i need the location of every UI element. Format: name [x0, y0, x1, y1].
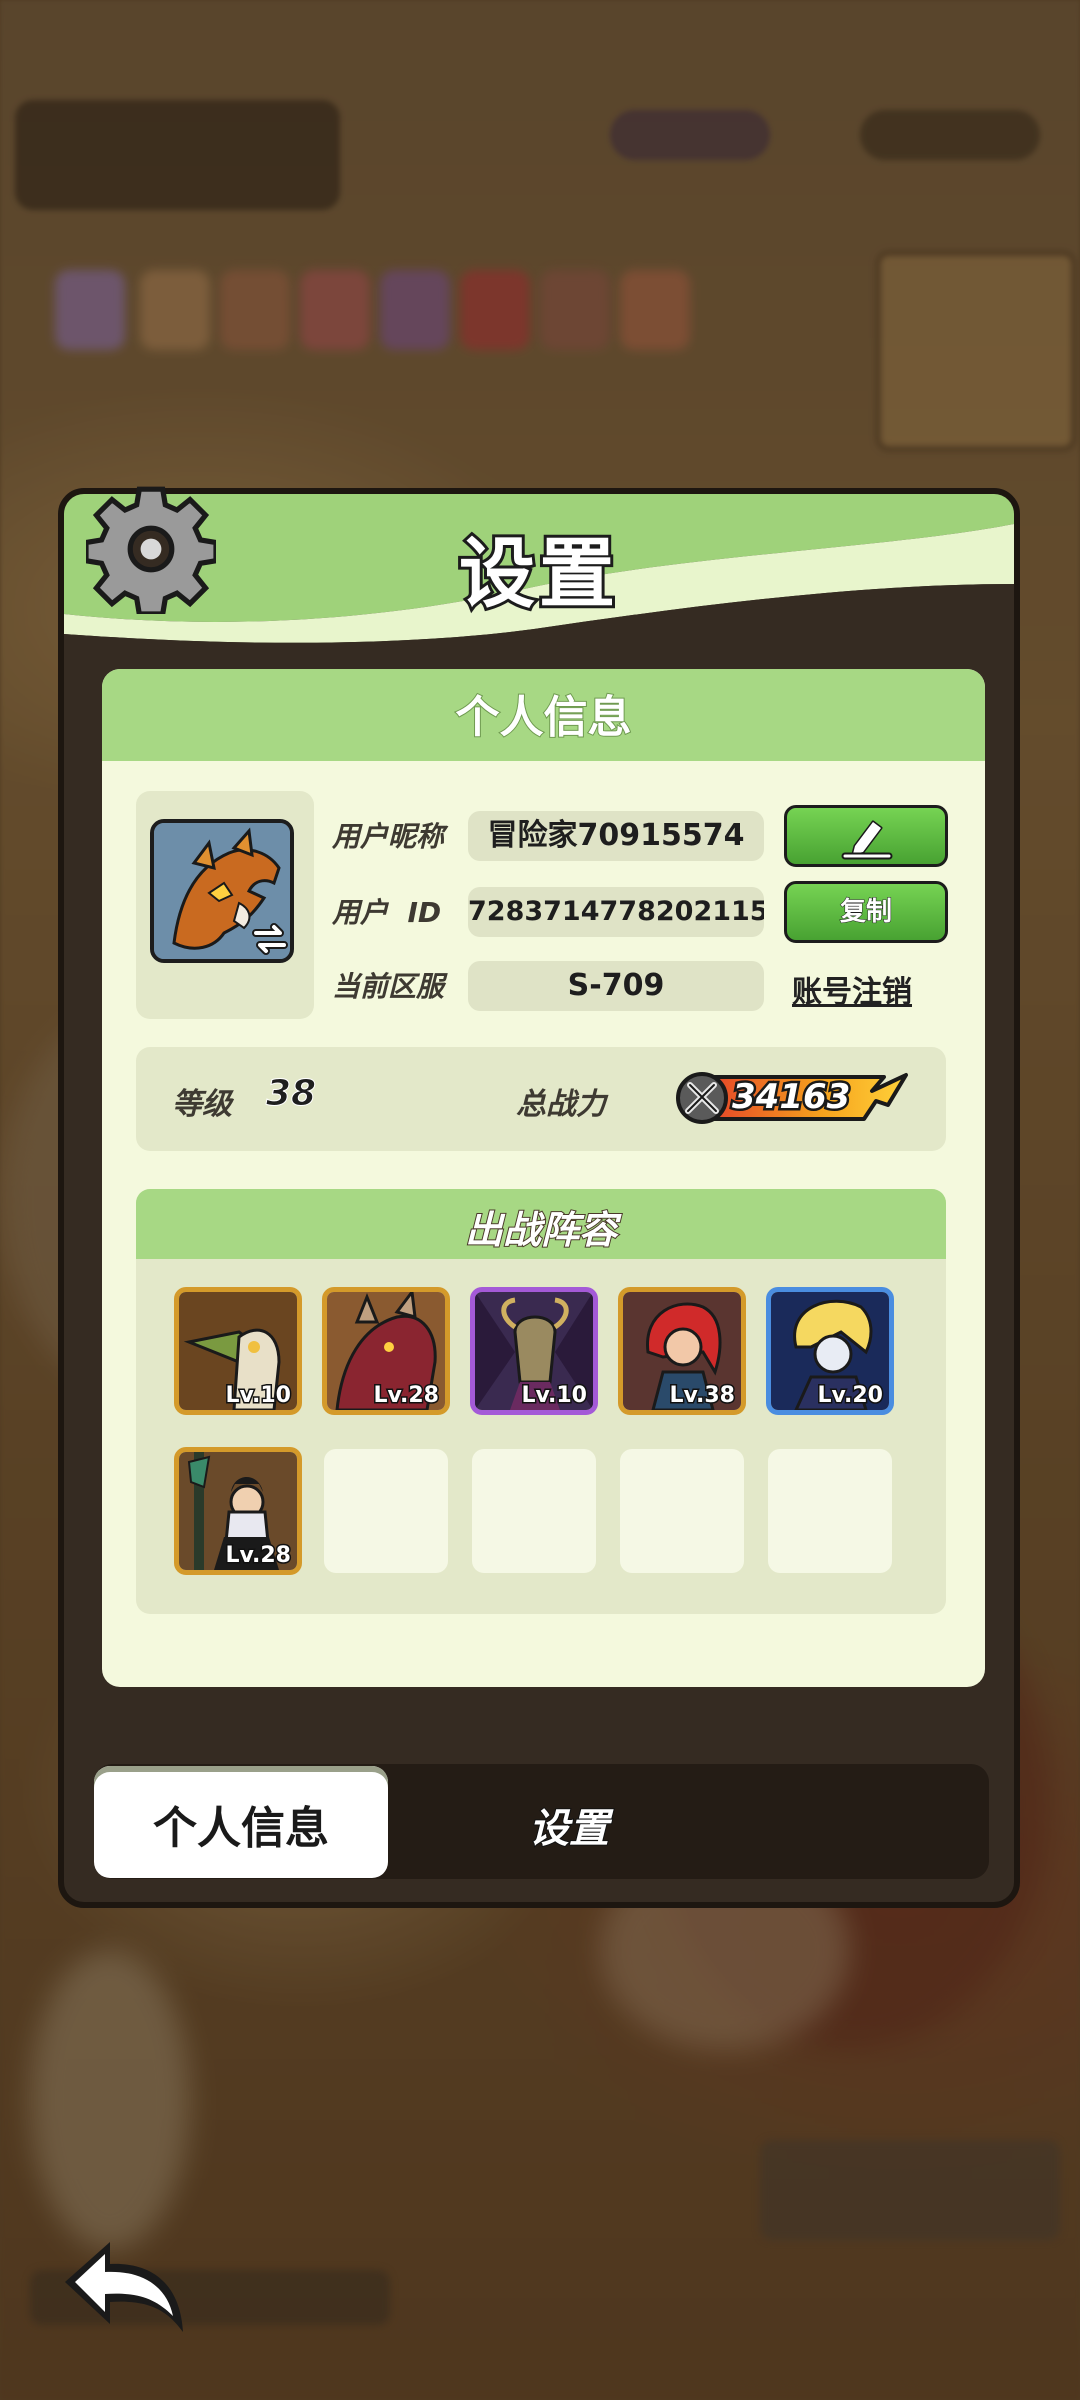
- hero-level: Lv.28: [224, 1542, 293, 1570]
- pencil-icon: [841, 820, 893, 860]
- edit-nickname-button[interactable]: [784, 805, 948, 867]
- user-id-label: 用户 ID: [332, 896, 442, 929]
- hero-level: Lv.28: [372, 1382, 441, 1410]
- nickname-label: 用户昵称: [332, 820, 445, 853]
- hero-slot-6[interactable]: Lv.28: [174, 1447, 302, 1575]
- user-id-value: 7283714778202115З: [468, 887, 764, 937]
- empty-hero-slot[interactable]: [768, 1449, 892, 1573]
- swap-icon[interactable]: [248, 917, 292, 961]
- settings-modal: 设置 个人信息 用户昵称 冒险家70915574 用户 ID 728371477…: [58, 486, 1020, 1908]
- power-value: 34163: [729, 1075, 852, 1120]
- panel-title: 个人信息: [455, 691, 633, 744]
- avatar[interactable]: [150, 819, 294, 963]
- hero-level: Lv.10: [224, 1382, 293, 1410]
- server-value: S-709: [468, 961, 764, 1011]
- hero-slot-3[interactable]: Lv.10: [470, 1287, 598, 1415]
- lineup-title: 出战阵容: [464, 1207, 618, 1253]
- nickname-value: 冒险家70915574: [468, 811, 764, 861]
- lineup-box: 出战阵容 Lv.10 Lv.28 Lv.10 Lv.38 Lv.20 Lv.28: [136, 1189, 946, 1614]
- power-badge: 34163: [676, 1071, 908, 1125]
- tab-settings[interactable]: 设置: [474, 1796, 664, 1854]
- power-label: 总战力: [516, 1087, 606, 1122]
- level-value: 38: [265, 1073, 317, 1115]
- hero-slot-1[interactable]: Lv.10: [174, 1287, 302, 1415]
- hero-slot-5[interactable]: Lv.20: [766, 1287, 894, 1415]
- empty-hero-slot[interactable]: [472, 1449, 596, 1573]
- hero-level: Lv.38: [668, 1382, 737, 1410]
- gear-icon: [86, 486, 216, 614]
- empty-hero-slot[interactable]: [324, 1449, 448, 1573]
- empty-hero-slot[interactable]: [620, 1449, 744, 1573]
- avatar-container: [136, 791, 314, 1019]
- level-label: 等级: [172, 1087, 232, 1122]
- hero-level: Lv.10: [520, 1382, 589, 1410]
- hero-slot-4[interactable]: Lv.38: [618, 1287, 746, 1415]
- hero-level: Lv.20: [816, 1382, 885, 1410]
- tab-personal-info-label: 个人信息: [153, 1803, 329, 1854]
- back-arrow-icon[interactable]: [55, 2232, 195, 2342]
- hero-slot-2[interactable]: Lv.28: [322, 1287, 450, 1415]
- deregister-account-link[interactable]: 账号注销: [792, 967, 912, 1011]
- tab-personal-info[interactable]: 个人信息: [94, 1766, 388, 1878]
- profile-panel: 个人信息 用户昵称 冒险家70915574 用户 ID 728371477820…: [102, 669, 985, 1687]
- modal-tab-bar: 个人信息 设置: [94, 1764, 989, 1879]
- stats-box: 等级 38 总战力 34163: [136, 1047, 946, 1151]
- server-label: 当前区服: [332, 970, 445, 1003]
- copy-button[interactable]: 复制: [784, 881, 948, 943]
